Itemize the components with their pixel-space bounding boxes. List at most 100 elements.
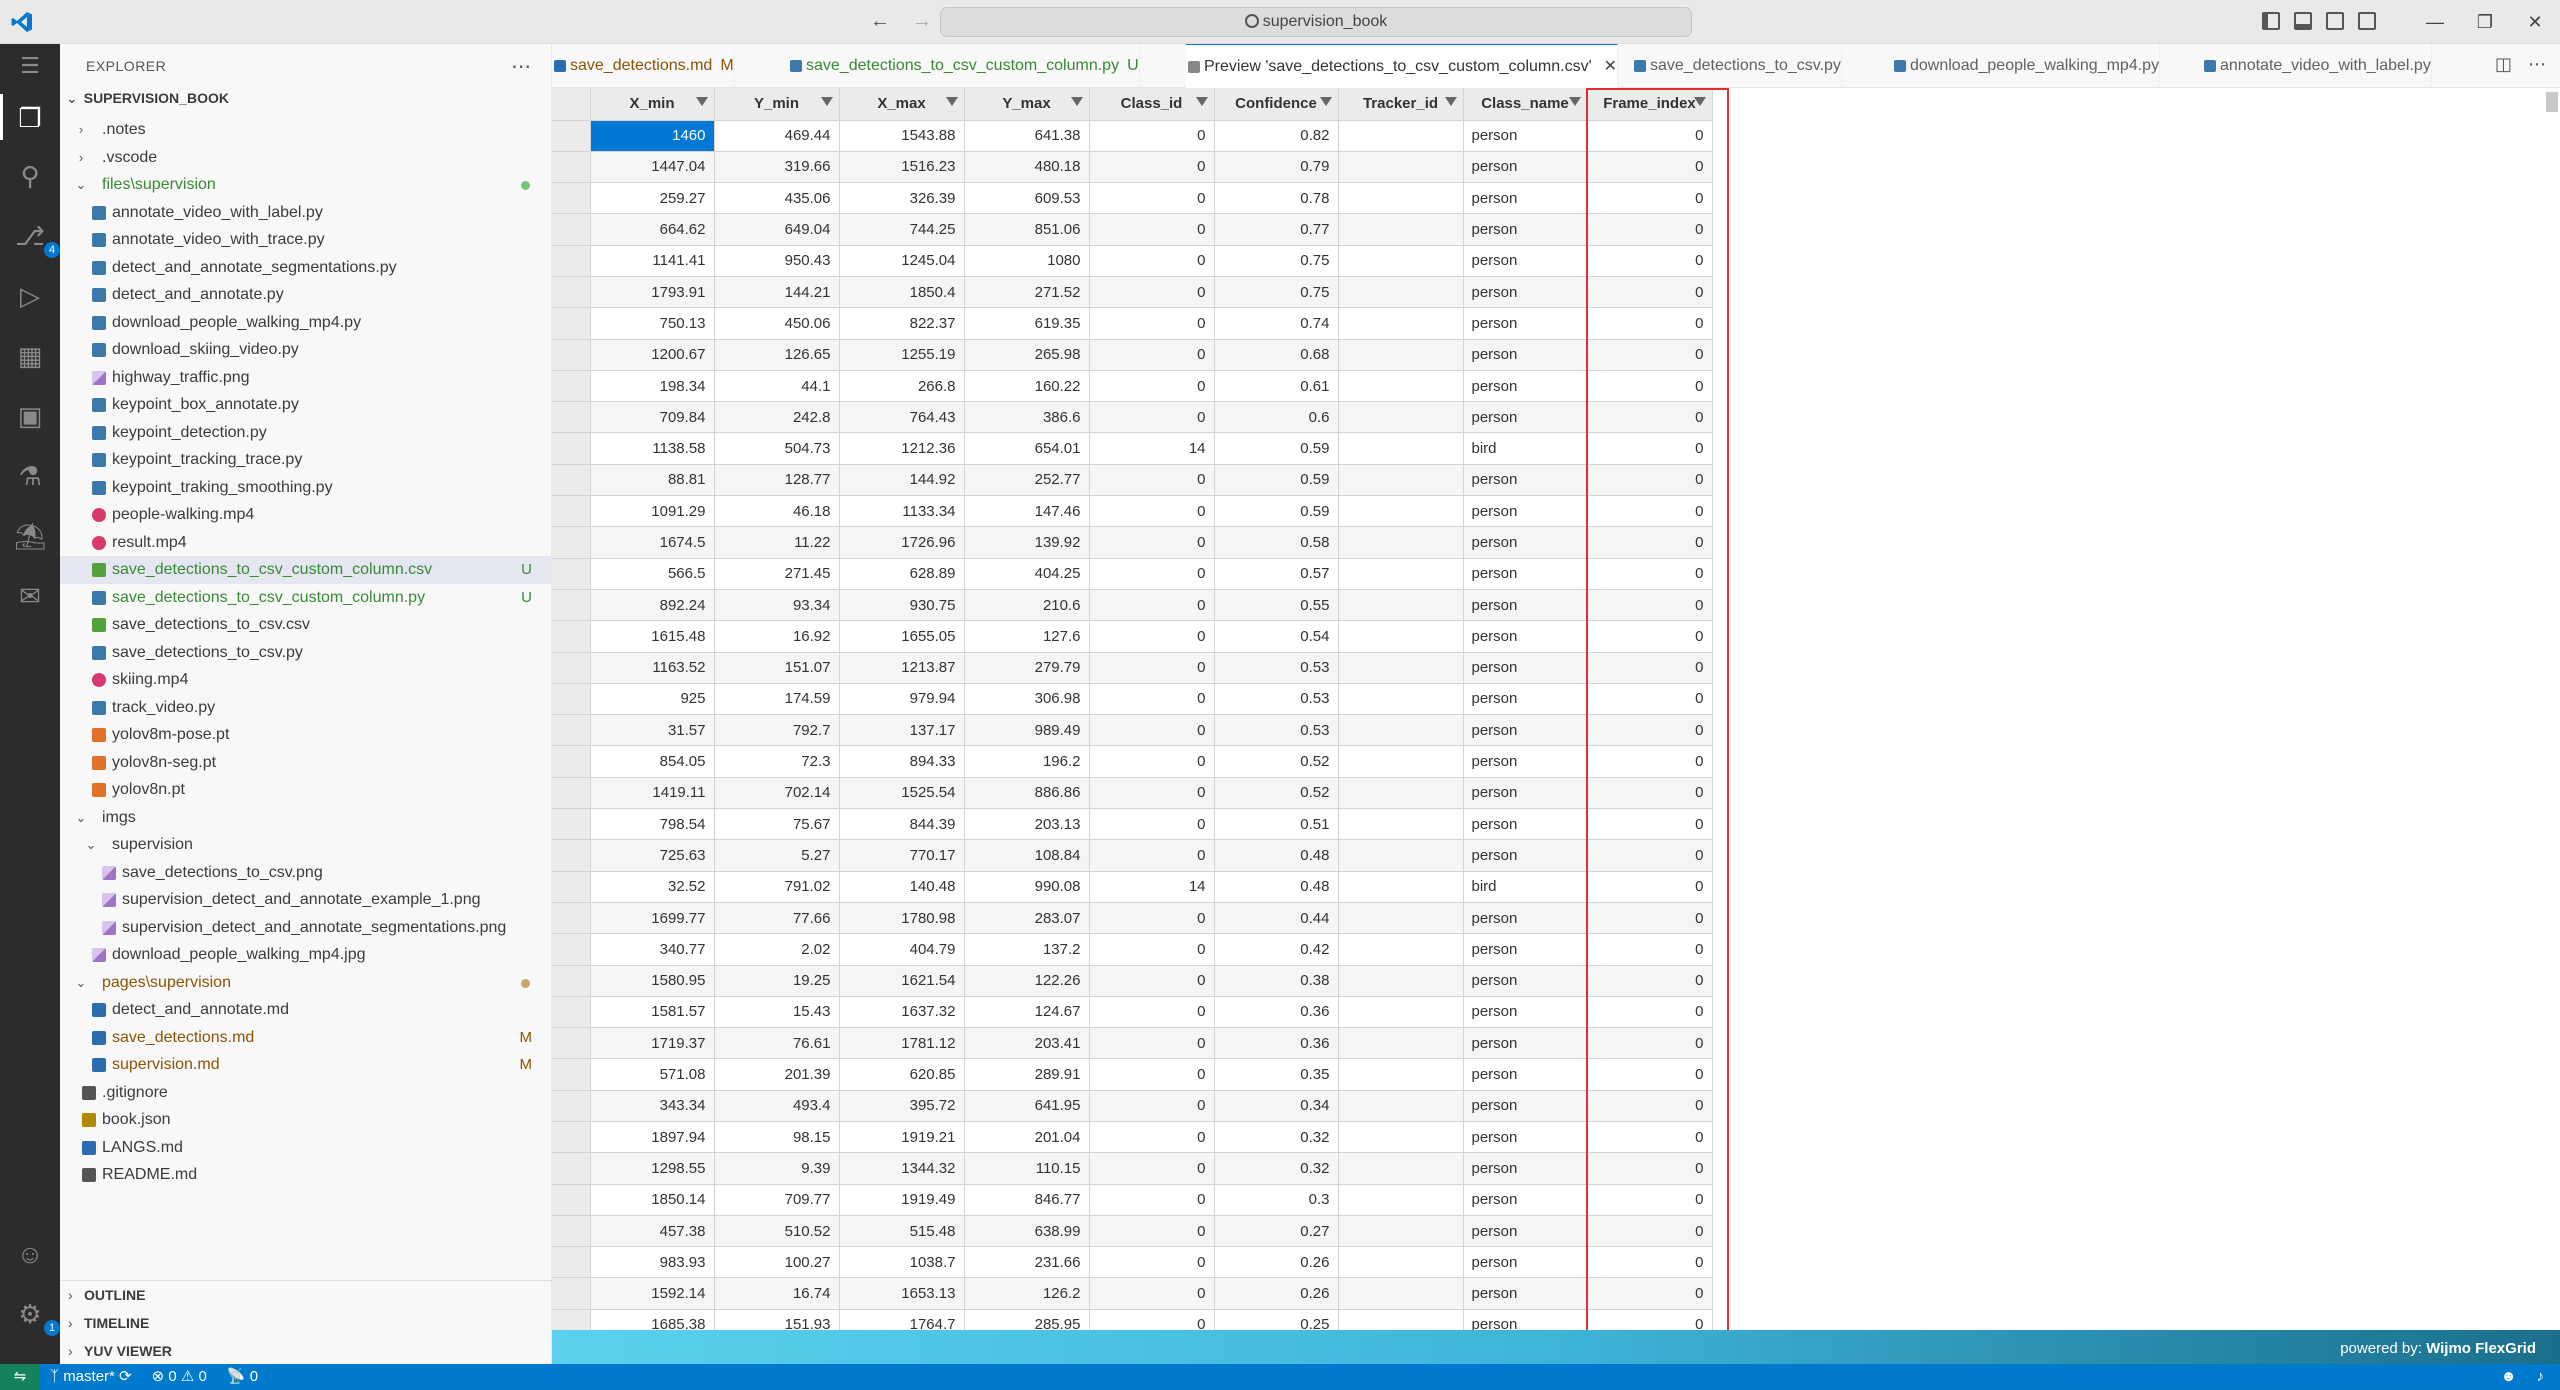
cell-y-min[interactable]: 15.43 <box>714 996 840 1029</box>
cell-x-min[interactable]: 31.57 <box>590 714 715 747</box>
cell-class-id[interactable]: 0 <box>1089 182 1215 215</box>
tree-item-book-json[interactable]: book.json <box>60 1106 552 1134</box>
cell-y-min[interactable]: 950.43 <box>714 245 840 277</box>
cell-class-name[interactable]: person <box>1463 1027 1588 1060</box>
cell-x-max[interactable]: 744.25 <box>839 213 965 246</box>
row-header[interactable] <box>552 1184 591 1216</box>
cell-class-id[interactable]: 14 <box>1089 871 1215 903</box>
filter-icon[interactable] <box>1693 97 1706 106</box>
row-header[interactable] <box>552 1121 591 1154</box>
cell-y-max[interactable]: 252.77 <box>964 464 1090 497</box>
cell-class-id[interactable]: 0 <box>1089 1090 1215 1123</box>
filter-icon[interactable] <box>1070 97 1083 106</box>
cell-y-max[interactable]: 126.2 <box>964 1277 1090 1310</box>
column-header-tracker-id[interactable]: Tracker_id <box>1338 88 1464 121</box>
cell-class-name[interactable]: person <box>1463 151 1588 184</box>
row-header[interactable] <box>552 620 591 653</box>
cell-x-max[interactable]: 844.39 <box>839 808 965 841</box>
table-row[interactable]: 259.27 435.06 326.39 609.53 0 0.78 person 0 <box>552 182 1713 215</box>
row-header[interactable] <box>552 683 591 716</box>
cell-class-name[interactable]: person <box>1463 276 1588 309</box>
row-header[interactable] <box>552 808 591 841</box>
cell-y-min[interactable]: 77.66 <box>714 902 840 935</box>
cell-y-max[interactable]: 641.38 <box>964 120 1090 152</box>
row-header[interactable] <box>552 1309 591 1330</box>
cell-y-min[interactable]: 504.73 <box>714 432 840 465</box>
cell-tracker-id[interactable] <box>1338 307 1464 340</box>
tree-item-skiing-mp4[interactable]: skiing.mp4 <box>60 666 552 694</box>
cell-tracker-id[interactable] <box>1338 902 1464 935</box>
cell-class-id[interactable]: 0 <box>1089 745 1215 778</box>
tab-preview-save-detections-to-csv-custom-column-csv[interactable]: Preview 'save_detections_to_csv_custom_c… <box>1186 44 1619 88</box>
row-header[interactable] <box>552 714 591 747</box>
filter-icon[interactable] <box>820 97 833 106</box>
cell-y-min[interactable]: 11.22 <box>714 526 840 559</box>
row-header[interactable] <box>552 745 591 778</box>
cell-confidence[interactable]: 0.36 <box>1214 1027 1339 1060</box>
cell-x-min[interactable]: 854.05 <box>590 745 715 778</box>
cell-x-min[interactable]: 1592.14 <box>590 1277 715 1310</box>
cell-confidence[interactable]: 0.53 <box>1214 652 1339 684</box>
cell-x-min[interactable]: 1298.55 <box>590 1152 715 1185</box>
cell-tracker-id[interactable] <box>1338 996 1464 1029</box>
row-header[interactable] <box>552 1215 591 1248</box>
row-header[interactable] <box>552 182 591 215</box>
cell-confidence[interactable]: 0.51 <box>1214 808 1339 841</box>
cell-class-name[interactable]: person <box>1463 652 1588 684</box>
cell-class-id[interactable]: 0 <box>1089 1309 1215 1330</box>
cell-y-max[interactable]: 609.53 <box>964 182 1090 215</box>
cell-class-id[interactable]: 0 <box>1089 1121 1215 1154</box>
table-row[interactable]: 750.13 450.06 822.37 619.35 0 0.74 person 0 <box>552 307 1713 340</box>
cell-frame-index[interactable]: 0 <box>1587 1309 1713 1330</box>
tree-item-keypoint-detection-py[interactable]: keypoint_detection.py <box>60 419 552 447</box>
table-row[interactable]: 343.34 493.4 395.72 641.95 0 0.34 person 0 <box>552 1090 1713 1123</box>
table-row[interactable]: 1447.04 319.66 1516.23 480.18 0 0.79 person 0 <box>552 151 1713 184</box>
vertical-scrollbar[interactable] <box>2546 92 2558 112</box>
editor-more-icon[interactable]: ⋯ <box>2528 54 2546 75</box>
cell-class-name[interactable]: person <box>1463 307 1588 340</box>
cell-class-id[interactable]: 0 <box>1089 808 1215 841</box>
cell-y-max[interactable]: 846.77 <box>964 1184 1090 1216</box>
cell-class-id[interactable]: 0 <box>1089 558 1215 590</box>
table-row[interactable]: 88.81 128.77 144.92 252.77 0 0.59 person 0 <box>552 464 1713 497</box>
row-header[interactable] <box>552 307 591 340</box>
cell-x-max[interactable]: 1780.98 <box>839 902 965 935</box>
cell-class-name[interactable]: person <box>1463 182 1588 215</box>
cell-x-min[interactable]: 1419.11 <box>590 777 715 810</box>
cell-confidence[interactable]: 0.75 <box>1214 276 1339 309</box>
cell-y-max[interactable]: 271.52 <box>964 276 1090 309</box>
cell-y-min[interactable]: 93.34 <box>714 589 840 622</box>
row-header[interactable] <box>552 464 591 497</box>
cell-x-max[interactable]: 1919.21 <box>839 1121 965 1154</box>
tree-item-vscode[interactable]: › .vscode <box>60 144 552 172</box>
cell-frame-index[interactable]: 0 <box>1587 1184 1713 1216</box>
cell-class-name[interactable]: person <box>1463 965 1588 997</box>
tree-item-yolov8m-pose-pt[interactable]: yolov8m-pose.pt <box>60 721 552 749</box>
cell-class-id[interactable]: 0 <box>1089 370 1215 403</box>
cell-class-name[interactable]: person <box>1463 370 1588 403</box>
cell-class-id[interactable]: 14 <box>1089 432 1215 465</box>
cell-tracker-id[interactable] <box>1338 1246 1464 1279</box>
cell-y-min[interactable]: 469.44 <box>714 120 840 152</box>
cell-y-min[interactable]: 46.18 <box>714 495 840 528</box>
cell-y-min[interactable]: 271.45 <box>714 558 840 590</box>
cell-class-name[interactable]: person <box>1463 401 1588 434</box>
cell-x-min[interactable]: 340.77 <box>590 933 715 966</box>
cell-class-id[interactable]: 0 <box>1089 902 1215 935</box>
tree-item-save-detections-to-csv-csv[interactable]: save_detections_to_csv.csv <box>60 611 552 639</box>
source-control-icon[interactable]: ⎇ 4 <box>14 220 60 258</box>
cell-y-min[interactable]: 9.39 <box>714 1152 840 1185</box>
cell-class-id[interactable]: 0 <box>1089 1027 1215 1060</box>
column-header-frame-index[interactable]: Frame_index <box>1587 88 1713 121</box>
cell-y-min[interactable]: 151.07 <box>714 652 840 684</box>
cell-y-max[interactable]: 147.46 <box>964 495 1090 528</box>
tree-item-detect-and-annotate-py[interactable]: detect_and_annotate.py <box>60 281 552 309</box>
tree-item-annotate-video-with-trace-py[interactable]: annotate_video_with_trace.py <box>60 226 552 254</box>
cell-tracker-id[interactable] <box>1338 432 1464 465</box>
cell-class-name[interactable]: person <box>1463 1246 1588 1279</box>
cell-confidence[interactable]: 0.6 <box>1214 401 1339 434</box>
cell-frame-index[interactable]: 0 <box>1587 933 1713 966</box>
cell-y-max[interactable]: 231.66 <box>964 1246 1090 1279</box>
cell-x-min[interactable]: 1200.67 <box>590 339 715 371</box>
filter-icon[interactable] <box>945 97 958 106</box>
